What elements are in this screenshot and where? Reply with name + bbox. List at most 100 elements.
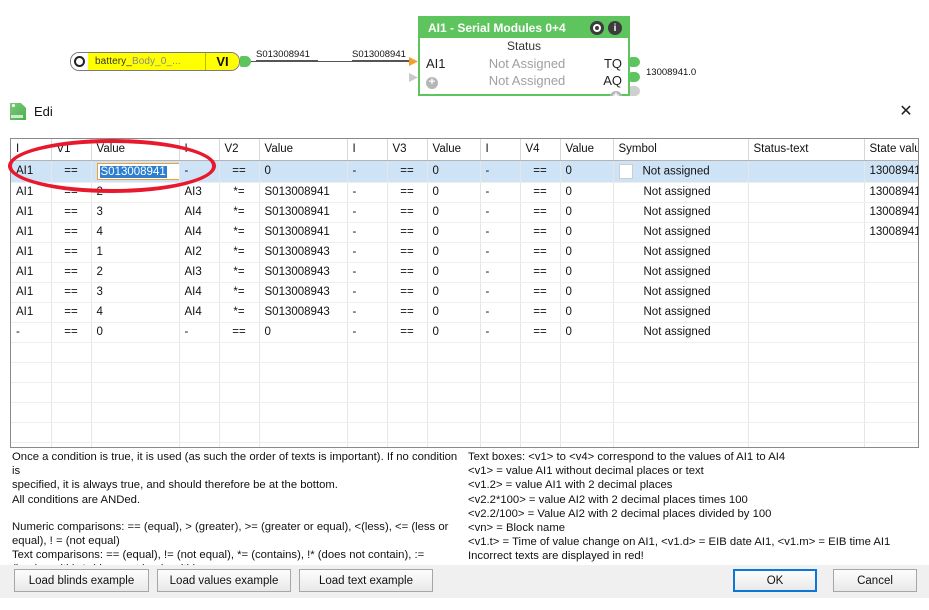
table-cell-i-6[interactable]: - <box>347 322 388 343</box>
table-cell-value-2[interactable]: S013008941 <box>91 160 180 183</box>
table-cell-i-6[interactable]: - <box>347 242 388 263</box>
table-cell-value-11[interactable]: 0 <box>560 182 614 203</box>
table-cell-state-value-14[interactable]: 13008941 <box>864 160 918 183</box>
table-cell-v3-7[interactable]: == <box>387 262 428 283</box>
table-header-14[interactable]: State value <box>864 139 918 161</box>
table-cell-i-9[interactable]: - <box>480 160 521 183</box>
table-cell-empty[interactable] <box>11 342 52 363</box>
table-cell-v2-4[interactable]: *= <box>219 302 260 323</box>
table-cell-empty[interactable] <box>560 382 614 403</box>
table-row[interactable]: AI1 == 1 AI2 *= S013008943- == 0- == 0 Not assigne… <box>11 242 918 263</box>
table-cell-value-11[interactable]: 0 <box>560 160 614 183</box>
table-cell-symbol-12[interactable]: Not assigned <box>613 262 749 283</box>
table-header-10[interactable]: V4 <box>520 139 561 161</box>
table-cell-empty[interactable] <box>427 382 481 403</box>
table-header-8[interactable]: Value <box>427 139 481 161</box>
table-cell-value-5[interactable]: S013008943 <box>259 302 348 323</box>
table-cell-empty[interactable] <box>480 382 521 403</box>
table-cell-empty[interactable] <box>560 362 614 383</box>
table-cell-value-5[interactable]: S013008941 <box>259 182 348 203</box>
table-cell-v1-1[interactable]: == <box>51 262 92 283</box>
table-cell-empty[interactable] <box>347 382 388 403</box>
table-cell-empty[interactable] <box>613 382 749 403</box>
table-cell-v1-1[interactable]: == <box>51 202 92 223</box>
table-cell-state-value-14[interactable]: 13008941 <box>864 202 918 223</box>
table-cell-symbol-12[interactable]: Not assigned <box>613 182 749 203</box>
table-cell-state-value-14[interactable] <box>864 322 918 343</box>
table-cell-i-0[interactable]: AI1 <box>11 282 52 303</box>
table-cell-empty[interactable] <box>91 442 180 447</box>
table-cell-empty[interactable] <box>560 422 614 443</box>
module-input-port-2[interactable] <box>409 73 418 82</box>
table-cell-status-text-13[interactable] <box>748 222 865 243</box>
table-cell-value-8[interactable]: 0 <box>427 322 481 343</box>
table-header-1[interactable]: V1 <box>51 139 92 161</box>
table-cell-empty[interactable] <box>864 362 918 383</box>
table-cell-symbol-12[interactable]: Not assigned <box>613 202 749 223</box>
table-cell-v3-7[interactable]: == <box>387 222 428 243</box>
table-cell-i-6[interactable]: - <box>347 222 388 243</box>
table-cell-empty[interactable] <box>91 362 180 383</box>
table-cell-empty[interactable] <box>259 362 348 383</box>
table-cell-empty[interactable] <box>51 442 92 447</box>
table-row-empty[interactable] <box>11 362 918 383</box>
table-cell-empty[interactable] <box>219 422 260 443</box>
table-cell-empty[interactable] <box>427 342 481 363</box>
module-output-port-aq[interactable] <box>630 72 640 82</box>
table-cell-empty[interactable] <box>427 362 481 383</box>
table-cell-empty[interactable] <box>387 422 428 443</box>
serial-module-block[interactable]: AI1 - Serial Modules 0+4 i Status AI1 No… <box>418 16 630 103</box>
table-cell-empty[interactable] <box>259 442 348 447</box>
table-cell-v1-1[interactable]: == <box>51 302 92 323</box>
table-header-3[interactable]: I <box>179 139 220 161</box>
table-cell-empty[interactable] <box>864 382 918 403</box>
table-cell-i-0[interactable]: AI1 <box>11 160 52 183</box>
table-cell-value-5[interactable]: S013008941 <box>259 202 348 223</box>
module-output-port-extra[interactable] <box>630 86 640 96</box>
table-cell-empty[interactable] <box>219 442 260 447</box>
table-cell-i-9[interactable]: - <box>480 222 521 243</box>
table-cell-v4-10[interactable]: == <box>520 182 561 203</box>
table-cell-v1-1[interactable]: == <box>51 222 92 243</box>
table-cell-state-value-14[interactable] <box>864 262 918 283</box>
table-cell-v2-4[interactable]: *= <box>219 262 260 283</box>
table-header-13[interactable]: Status-text <box>748 139 865 161</box>
table-cell-empty[interactable] <box>179 402 220 423</box>
table-cell-status-text-13[interactable] <box>748 202 865 223</box>
table-row[interactable]: AI1 == 3 AI4 *= S013008941- == 0- == 0 Not assigne… <box>11 202 918 223</box>
table-row[interactable]: - == 0- == 0- == 0- == 0 Not assigned <box>11 322 918 343</box>
table-cell-value-5[interactable]: 0 <box>259 160 348 183</box>
table-cell-value-8[interactable]: 0 <box>427 262 481 283</box>
table-row-empty[interactable] <box>11 422 918 443</box>
table-cell-v4-10[interactable]: == <box>520 262 561 283</box>
table-cell-empty[interactable] <box>51 422 92 443</box>
table-cell-value-5[interactable]: S013008941 <box>259 222 348 243</box>
table-cell-v1-1[interactable]: == <box>51 242 92 263</box>
table-cell-empty[interactable] <box>347 402 388 423</box>
table-row-empty[interactable] <box>11 402 918 423</box>
table-cell-empty[interactable] <box>427 402 481 423</box>
table-header-11[interactable]: Value <box>560 139 614 161</box>
cell-editor-input[interactable]: S013008941 <box>96 162 178 180</box>
table-cell-state-value-14[interactable]: 13008941 <box>864 182 918 203</box>
table-row[interactable]: AI1 == 4 AI4 *= S013008943- == 0- == 0 Not assigne… <box>11 302 918 323</box>
table-cell-v4-10[interactable]: == <box>520 282 561 303</box>
table-cell-empty[interactable] <box>219 382 260 403</box>
table-cell-value-8[interactable]: 0 <box>427 222 481 243</box>
table-cell-empty[interactable] <box>748 442 865 447</box>
table-cell-empty[interactable] <box>219 402 260 423</box>
table-cell-i-0[interactable]: AI1 <box>11 222 52 243</box>
table-cell-empty[interactable] <box>748 362 865 383</box>
table-cell-v2-4[interactable]: *= <box>219 182 260 203</box>
module-input-port-1[interactable] <box>409 57 418 66</box>
table-header-7[interactable]: V3 <box>387 139 428 161</box>
table-cell-empty[interactable] <box>748 382 865 403</box>
table-cell-value-8[interactable]: 0 <box>427 282 481 303</box>
table-cell-empty[interactable] <box>91 342 180 363</box>
table-row[interactable]: AI1 == S013008941- == 0- == 0- == 0 Not assigned 1… <box>11 160 918 183</box>
table-cell-empty[interactable] <box>520 422 561 443</box>
table-cell-value-11[interactable]: 0 <box>560 202 614 223</box>
table-cell-v4-10[interactable]: == <box>520 222 561 243</box>
table-cell-v1-1[interactable]: == <box>51 160 92 183</box>
table-cell-v3-7[interactable]: == <box>387 202 428 223</box>
